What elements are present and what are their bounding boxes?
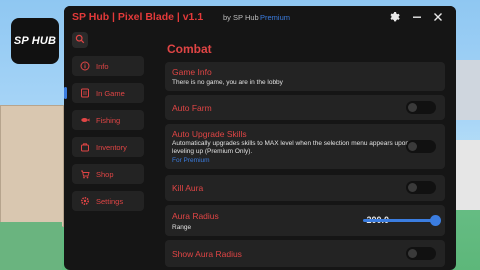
card-title: Auto Farm	[172, 103, 212, 113]
inventory-icon	[80, 142, 90, 152]
card-description: There is no game, you are in the lobby	[172, 79, 283, 86]
main-content: Combat Game Info There is no game, you a…	[165, 28, 449, 270]
gear-icon[interactable]	[387, 10, 401, 24]
auto-upgrade-skills-toggle[interactable]	[406, 140, 436, 153]
sidebar-item-inventory[interactable]: Inventory	[72, 137, 144, 157]
sidebar-item-label: In Game	[96, 88, 125, 98]
background-building	[0, 105, 64, 227]
show-aura-radius-card: Show Aura Radius	[165, 240, 445, 267]
card-title: Show Aura Radius	[172, 249, 242, 259]
aura-radius-card: Aura Radius Range 200.0	[165, 205, 445, 236]
sidebar: Info In Game Fishing Inventory Shop Sett…	[64, 28, 158, 270]
section-title: Combat	[167, 42, 212, 56]
auto-farm-toggle[interactable]	[406, 101, 436, 114]
window-title: SP Hub | Pixel Blade | v1.1	[72, 11, 204, 23]
sidebar-item-in-game[interactable]: In Game	[72, 83, 144, 103]
card-description: Automatically upgrades skills to MAX lev…	[172, 140, 410, 155]
aura-radius-slider-track[interactable]	[363, 219, 435, 222]
fishing-icon	[80, 115, 90, 125]
card-title: Kill Aura	[172, 183, 204, 193]
aura-radius-slider-handle[interactable]	[430, 215, 441, 226]
settings-icon	[80, 196, 90, 206]
card-title: Game Info	[172, 67, 212, 77]
auto-upgrade-skills-card: Auto Upgrade Skills Automatically upgrad…	[165, 124, 445, 169]
background-building	[452, 140, 480, 210]
close-icon[interactable]	[431, 10, 445, 24]
search-button[interactable]	[72, 32, 88, 48]
sidebar-item-label: Shop	[96, 169, 114, 179]
hub-window: SP Hub | Pixel Blade | v1.1 by SP Hub Pr…	[64, 6, 456, 270]
active-tab-indicator	[64, 87, 67, 99]
premium-badge: Premium	[260, 13, 291, 22]
sidebar-item-settings[interactable]: Settings	[72, 191, 144, 211]
shop-icon	[80, 169, 90, 179]
minimize-icon[interactable]	[410, 10, 424, 24]
card-subtitle: Range	[172, 224, 192, 231]
in-game-icon	[80, 88, 90, 98]
premium-link[interactable]: For Premium	[172, 157, 210, 164]
auto-farm-card: Auto Farm	[165, 95, 445, 120]
sidebar-item-label: Info	[96, 61, 109, 71]
sidebar-item-label: Fishing	[96, 115, 121, 125]
sidebar-item-fishing[interactable]: Fishing	[72, 110, 144, 130]
kill-aura-card: Kill Aura	[165, 175, 445, 201]
logo-text: SP HUB	[13, 35, 57, 47]
sidebar-item-info[interactable]: Info	[72, 56, 144, 76]
title-bar[interactable]: SP Hub | Pixel Blade | v1.1 by SP Hub Pr…	[64, 6, 456, 28]
sp-hub-logo-button[interactable]: SP HUB	[11, 18, 59, 64]
background-grass	[0, 222, 62, 270]
kill-aura-toggle[interactable]	[406, 181, 436, 194]
sidebar-item-label: Inventory	[96, 142, 127, 152]
card-title: Auto Upgrade Skills	[172, 129, 247, 139]
search-icon	[75, 31, 85, 49]
card-title: Aura Radius	[172, 211, 219, 221]
show-aura-radius-toggle[interactable]	[406, 247, 436, 260]
window-author: by SP Hub	[223, 13, 259, 22]
sidebar-item-shop[interactable]: Shop	[72, 164, 144, 184]
info-icon	[80, 61, 90, 71]
sidebar-item-label: Settings	[96, 196, 124, 206]
game-info-card: Game Info There is no game, you are in t…	[165, 62, 445, 91]
